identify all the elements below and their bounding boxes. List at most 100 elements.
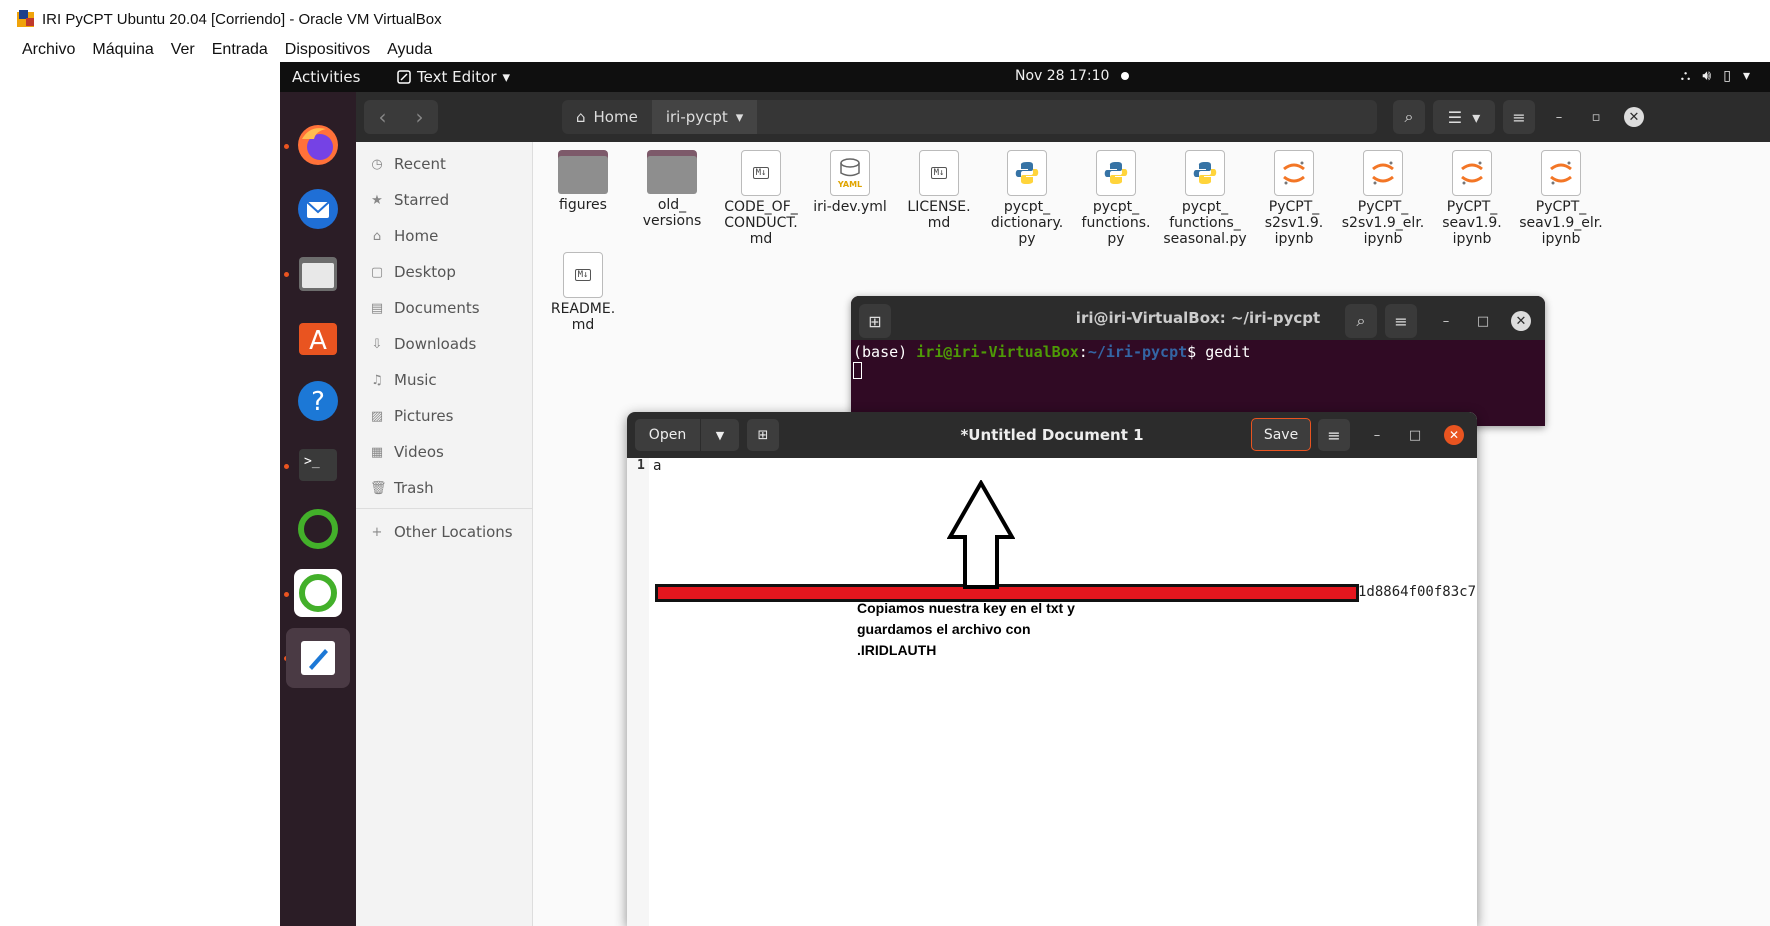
file-item-pycpt-s2sv1-9[interactable]: PyCPT_ s2sv1.9. ipynb xyxy=(1248,150,1340,247)
gedit-menu-button[interactable]: ≡ xyxy=(1318,419,1350,451)
open-button[interactable]: Open ▼ xyxy=(635,419,739,451)
file-label: figures xyxy=(559,197,607,213)
minimize-button[interactable]: – xyxy=(1436,311,1456,331)
volume-icon: 🔊︎ xyxy=(1702,68,1712,84)
editor-line-start[interactable]: a xyxy=(653,458,661,474)
back-button[interactable]: ‹ xyxy=(364,100,401,134)
sidebar-item-downloads[interactable]: ⇩ Downloads xyxy=(370,334,477,354)
search-icon: ⌕ xyxy=(1404,107,1414,126)
clock-text: Nov 28 17:10 xyxy=(1015,68,1110,84)
menu-maquina[interactable]: Máquina xyxy=(92,41,153,59)
running-indicator xyxy=(284,144,289,149)
file-item-iri-dev-yml[interactable]: YAML iri-dev.yml xyxy=(804,150,896,215)
crumb-home[interactable]: ⌂ Home xyxy=(562,100,652,134)
terminal-search-button[interactable]: ⌕ xyxy=(1345,304,1377,338)
editor-line-end[interactable]: 1d8864f00f83c7 xyxy=(1358,584,1476,600)
jupyter-notebook-icon xyxy=(1452,150,1492,196)
close-button[interactable]: ✕ xyxy=(1444,425,1464,445)
files-sidebar: ◷ Recent ★ Starred ⌂ Home ▢ Desktop ▤ Documen… xyxy=(356,142,533,926)
restore-button[interactable]: ▫ xyxy=(1586,107,1606,127)
sidebar-item-videos[interactable]: ▦ Videos xyxy=(370,442,444,462)
chevron-down-icon[interactable]: ▼ xyxy=(701,419,739,451)
sidebar-item-starred[interactable]: ★ Starred xyxy=(370,190,449,210)
file-item-old-versions[interactable]: old_ versions xyxy=(626,150,718,229)
activities-button[interactable]: Activities xyxy=(292,68,360,86)
maximize-button[interactable]: □ xyxy=(1473,311,1493,331)
menu-ayuda[interactable]: Ayuda xyxy=(387,41,432,59)
menu-ver[interactable]: Ver xyxy=(171,41,195,59)
annotation-line: Copiamos nuestra key en el txt y xyxy=(857,600,1075,616)
menu-archivo[interactable]: Archivo xyxy=(22,41,75,59)
app-menu[interactable]: Text Editor ▾ xyxy=(397,68,510,86)
terminal-menu-button[interactable]: ≡ xyxy=(1385,304,1417,338)
sidebar-item-pictures[interactable]: ▨ Pictures xyxy=(370,406,454,426)
terminal-icon[interactable]: >_ xyxy=(294,441,342,489)
host-menubar: Archivo Máquina Ver Entrada Dispositivos… xyxy=(0,38,1770,62)
help-icon[interactable]: ? xyxy=(294,377,342,425)
anaconda-icon[interactable] xyxy=(294,505,342,553)
crumb-home-label: Home xyxy=(593,108,638,126)
clock[interactable]: Nov 28 17:10 xyxy=(1015,68,1130,84)
forward-button[interactable]: › xyxy=(401,100,438,134)
python-file-icon xyxy=(1185,150,1225,196)
file-item-figures[interactable]: figures xyxy=(537,150,629,213)
markdown-file-icon: M↓ xyxy=(741,150,781,196)
anaconda-navigator-icon[interactable] xyxy=(294,569,342,617)
download-icon: ⇩ xyxy=(371,336,383,352)
sidebar-item-label: Music xyxy=(394,371,437,389)
save-button[interactable]: Save xyxy=(1251,418,1311,451)
file-item-pycpt-seav1-9[interactable]: PyCPT_ seav1.9. ipynb xyxy=(1426,150,1518,247)
sidebar-item-recent[interactable]: ◷ Recent xyxy=(370,154,446,174)
prompt-path: ~/iri-pycpt xyxy=(1087,343,1188,361)
host-window-title: IRI PyCPT Ubuntu 20.04 [Corriendo] - Ora… xyxy=(42,10,442,28)
maximize-button[interactable]: □ xyxy=(1405,425,1425,445)
new-tab-icon: ⊞ xyxy=(757,427,769,443)
thunderbird-icon[interactable] xyxy=(294,185,342,233)
file-item-license[interactable]: M↓ LICENSE. md xyxy=(893,150,985,231)
file-item-pycpt-seav1-9-elr[interactable]: PyCPT_ seav1.9_elr. ipynb xyxy=(1515,150,1607,247)
sidebar-item-desktop[interactable]: ▢ Desktop xyxy=(370,262,456,282)
view-toggle-button[interactable]: ☰ ▾ xyxy=(1433,100,1495,134)
sidebar-item-label: Downloads xyxy=(394,335,477,353)
firefox-icon[interactable] xyxy=(294,121,342,169)
text-editor-icon[interactable] xyxy=(286,628,350,688)
notification-dot xyxy=(1121,72,1130,80)
sidebar-item-other-locations[interactable]: + Other Locations xyxy=(370,522,513,542)
file-item-pycpt-functions-seasonal[interactable]: pycpt_ functions_ seasonal.py xyxy=(1159,150,1251,247)
terminal-command: $ gedit xyxy=(1187,343,1251,361)
desktop-icon: ▢ xyxy=(370,264,384,280)
nav-buttons: ‹ › xyxy=(364,100,438,134)
close-button[interactable]: ✕ xyxy=(1511,311,1531,331)
sidebar-item-trash[interactable]: 🗑︎ Trash xyxy=(370,478,434,498)
menu-dispositivos[interactable]: Dispositivos xyxy=(285,41,370,59)
sidebar-item-label: Trash xyxy=(394,479,434,497)
file-item-pycpt-s2sv1-9-elr[interactable]: PyCPT_ s2sv1.9_elr. ipynb xyxy=(1337,150,1429,247)
terminal-headerbar: ⊞ iri@iri-VirtualBox: ~/iri-pycpt ⌕ ≡ – … xyxy=(851,296,1545,340)
files-icon[interactable] xyxy=(294,249,342,297)
file-item-code-of-conduct[interactable]: M↓ CODE_OF_ CONDUCT. md xyxy=(715,150,807,247)
crumb-current[interactable]: iri-pycpt ▾ xyxy=(651,100,758,134)
guest-screen: Activities Text Editor ▾ Nov 28 17:10 ⛬ … xyxy=(280,62,1770,926)
new-document-button[interactable]: ⊞ xyxy=(747,419,779,451)
software-icon[interactable]: A xyxy=(294,313,342,361)
menu-button[interactable]: ≡ xyxy=(1503,100,1535,134)
plus-icon: + xyxy=(371,524,383,540)
sidebar-item-documents[interactable]: ▤ Documents xyxy=(370,298,480,318)
file-item-readme[interactable]: M↓ README. md xyxy=(537,252,629,333)
list-view-icon: ☰ xyxy=(1447,107,1463,127)
system-tray[interactable]: ⛬ 🔊︎ ▯ ▾ xyxy=(1681,68,1750,84)
sidebar-item-home[interactable]: ⌂ Home xyxy=(370,226,438,246)
close-button[interactable]: ✕ xyxy=(1624,107,1644,127)
file-item-pycpt-functions[interactable]: pycpt_ functions. py xyxy=(1070,150,1162,247)
host-title-bar: IRI PyCPT Ubuntu 20.04 [Corriendo] - Ora… xyxy=(0,0,1770,38)
minimize-button[interactable]: – xyxy=(1549,107,1569,127)
python-file-icon xyxy=(1096,150,1136,196)
terminal-output[interactable]: (base) iri@iri-VirtualBox:~/iri-pycpt$ g… xyxy=(851,340,1545,382)
search-button[interactable]: ⌕ xyxy=(1393,100,1425,134)
sidebar-item-label: Other Locations xyxy=(394,523,513,541)
sidebar-item-music[interactable]: ♫ Music xyxy=(370,370,437,390)
minimize-button[interactable]: – xyxy=(1367,425,1387,445)
menu-entrada[interactable]: Entrada xyxy=(212,41,268,59)
terminal-window: ⊞ iri@iri-VirtualBox: ~/iri-pycpt ⌕ ≡ – … xyxy=(851,296,1545,426)
file-item-pycpt-dictionary[interactable]: pycpt_ dictionary. py xyxy=(981,150,1073,247)
